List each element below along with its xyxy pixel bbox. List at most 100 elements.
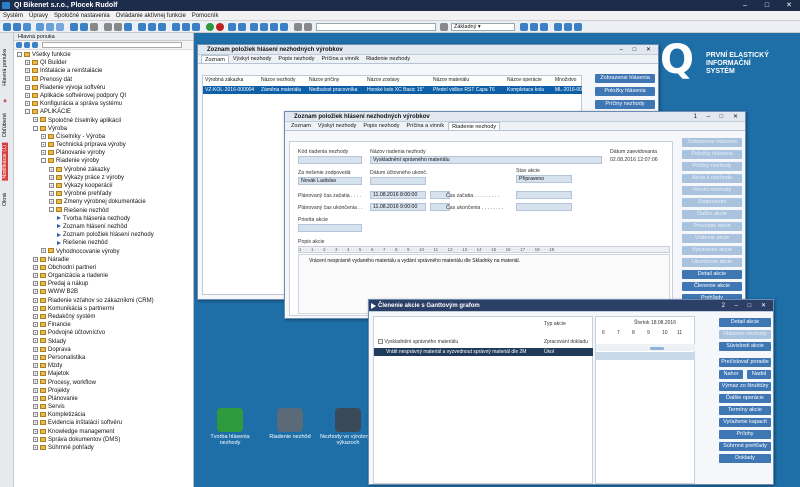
menu-edit[interactable]: Úpravy — [29, 13, 48, 19]
action-button[interactable]: Prílohy — [719, 430, 771, 439]
menu-tree-item[interactable]: + Kompletizácia — [14, 411, 193, 419]
expand-icon[interactable]: + — [41, 150, 46, 156]
menu-help[interactable]: Pomocník — [192, 13, 219, 19]
menu-tree-item[interactable]: + QI Builder — [14, 59, 193, 67]
expand-icon[interactable]: + — [25, 92, 30, 98]
notifications-badge[interactable]: Notifikácie (1) — [2, 143, 8, 181]
menu-tree-item[interactable]: + Financie — [14, 321, 193, 329]
edit-icon[interactable] — [228, 23, 236, 31]
back-icon[interactable] — [3, 23, 11, 31]
report-items-button[interactable]: Položky hlásenia — [595, 87, 655, 96]
save-icon[interactable] — [46, 23, 54, 31]
expand-icon[interactable]: + — [33, 305, 38, 311]
collapse-icon[interactable]: - — [17, 51, 22, 57]
expand-icon[interactable]: + — [33, 354, 38, 360]
expand-icon[interactable]: + — [33, 256, 38, 262]
action-button[interactable]: Hlásenie nezhody — [719, 330, 771, 339]
profile-select[interactable]: Základný ▾ — [451, 23, 515, 31]
expand-icon[interactable]: + — [33, 412, 38, 418]
selected-tree-row[interactable]: Vrátit nesprávný materiál a vyzvednout s… — [374, 348, 593, 356]
minimize-button[interactable]: – — [734, 0, 756, 11]
tab-management[interactable]: Riadenie nezhody — [363, 55, 413, 63]
menu-tree-item[interactable]: + Projekty — [14, 387, 193, 395]
action-button[interactable]: Príčiny nezhody — [682, 162, 742, 171]
menu-tree-item[interactable]: + Zmeny výrobnej dokumentácie — [14, 198, 193, 206]
window-controls[interactable]: 2 – □ ✕ — [722, 300, 770, 312]
copy-icon[interactable] — [70, 23, 78, 31]
link-icon[interactable] — [148, 23, 156, 31]
window-title[interactable]: Zoznam položiek hlásení nezhodných výrob… — [285, 112, 745, 122]
settings-icon[interactable] — [304, 23, 312, 31]
expand-icon[interactable]: + — [49, 191, 54, 197]
expand-icon[interactable]: + — [49, 182, 54, 188]
action-button[interactable]: Zobrazenie hlásenia — [682, 138, 742, 147]
action-button[interactable]: Ukončenie akcie — [682, 258, 742, 267]
desktop-shortcut-manage[interactable]: Riadenie nezhôd — [260, 408, 320, 440]
nav-collapse-icon[interactable] — [32, 42, 38, 48]
lock-icon[interactable] — [294, 23, 302, 31]
expand-icon[interactable]: + — [33, 281, 38, 287]
last-icon[interactable] — [280, 23, 288, 31]
menu-common-settings[interactable]: Spoločné nastavenia — [54, 13, 110, 19]
column-header[interactable]: Množstvo — [555, 77, 576, 83]
menu-tree-item[interactable]: + Mzdy — [14, 362, 193, 370]
close-button[interactable]: ✕ — [778, 0, 800, 11]
menu-tree-item[interactable]: + Vyhodnocovanie výroby — [14, 248, 193, 256]
priority-field[interactable] — [298, 224, 362, 232]
prev-icon[interactable] — [260, 23, 268, 31]
menu-tree-item[interactable]: + Výrobné prehľady — [14, 190, 193, 198]
expand-icon[interactable]: + — [25, 76, 30, 82]
menu-tree-item[interactable]: + Výkazy kooperácií — [14, 182, 193, 190]
window-title[interactable]: Zoznam položiek hlásení nezhodných výrob… — [198, 45, 658, 55]
menu-tree-item[interactable]: + Prenosy dát — [14, 76, 193, 84]
action-button[interactable]: Prevzatie akcie — [682, 222, 742, 231]
menu-tree-item[interactable]: + Majetok — [14, 370, 193, 378]
find-icon[interactable] — [114, 23, 122, 31]
windows-tab[interactable]: Okná — [2, 193, 8, 206]
start-field[interactable] — [516, 191, 572, 199]
column-header[interactable]: Výrobná zákazka — [205, 77, 243, 83]
forward-icon[interactable] — [13, 23, 21, 31]
menu-tree-item[interactable]: - Riešenie nezhôd — [14, 207, 193, 215]
open-icon[interactable] — [36, 23, 44, 31]
mail-icon[interactable] — [172, 23, 180, 31]
expand-icon[interactable]: + — [33, 346, 38, 352]
expand-icon[interactable]: + — [33, 330, 38, 336]
maximize-button[interactable]: □ — [756, 0, 778, 11]
paste-icon[interactable] — [80, 23, 88, 31]
menu-tree-item[interactable]: + Predaj a nákup — [14, 280, 193, 288]
causes-button[interactable]: Príčiny nezhody — [595, 100, 655, 109]
info-icon[interactable] — [564, 23, 572, 31]
planned-start-field[interactable]: 11.08.2016 8:00:00 — [370, 191, 426, 199]
menu-tree-item[interactable]: + Procesy, workflow — [14, 379, 193, 387]
expand-icon[interactable]: + — [33, 444, 38, 450]
collapse-icon[interactable]: − — [378, 339, 383, 344]
menu-tree-item[interactable]: Riešenie nezhôd — [14, 239, 193, 247]
cascade-icon[interactable] — [540, 23, 548, 31]
window-icon[interactable] — [520, 23, 528, 31]
show-report-button[interactable]: Zobrazenie hlásenia — [595, 74, 655, 83]
action-button[interactable]: Termíny akcie — [719, 406, 771, 415]
gantt-bar[interactable] — [650, 347, 664, 350]
planned-end-field[interactable]: 11.08.2016 9:00:00 — [370, 203, 426, 211]
expand-icon[interactable]: + — [33, 264, 38, 270]
menu-active-function[interactable]: Ovládanie aktívnej funkcie — [116, 13, 186, 19]
acct-date-field[interactable] — [370, 177, 426, 185]
column-header[interactable]: Názov nezhody — [261, 77, 295, 83]
action-button[interactable]: Nahor — [719, 370, 743, 379]
expand-icon[interactable]: + — [33, 428, 38, 434]
end-field[interactable] — [516, 203, 572, 211]
code-field[interactable] — [298, 156, 362, 164]
menu-tree-item[interactable]: + Knowledge management — [14, 428, 193, 436]
menu-tree-item[interactable]: + Personalistika — [14, 354, 193, 362]
action-button[interactable]: Členenie akcie — [682, 282, 742, 291]
column-header[interactable]: Názov zostavy — [367, 77, 400, 83]
import-icon[interactable] — [138, 23, 146, 31]
collapse-icon[interactable]: - — [25, 109, 30, 115]
action-button[interactable]: Akcie k nezhode — [682, 174, 742, 183]
menu-tree-item[interactable]: - Výroba — [14, 125, 193, 133]
menu-tree-item[interactable]: + Technická príprava výroby — [14, 141, 193, 149]
action-button[interactable]: Nadol — [747, 370, 771, 379]
tab-list[interactable]: Zoznam — [288, 122, 314, 130]
expand-icon[interactable]: + — [41, 133, 46, 139]
